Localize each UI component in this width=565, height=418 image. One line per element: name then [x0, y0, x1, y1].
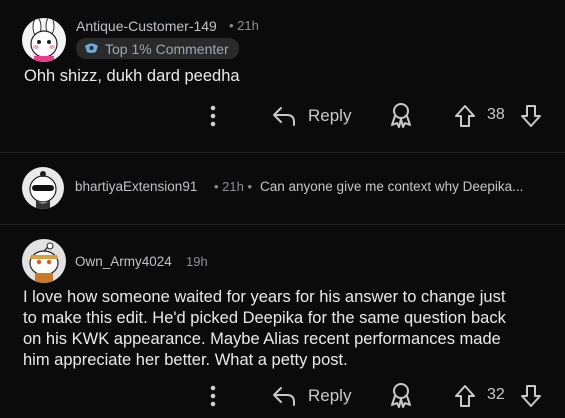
- comment-preview[interactable]: Can anyone give me context why Deepika..…: [260, 179, 523, 194]
- comment-body: Ohh shizz, dukh dard peedha: [24, 67, 240, 85]
- more-options-button[interactable]: [206, 384, 220, 408]
- upvote-arrow-icon: [455, 105, 475, 127]
- downvote-button[interactable]: [520, 384, 542, 408]
- comment-body-line: him appreciate her better. What a petty …: [23, 351, 348, 369]
- status-badge: Top 1% Commenter: [76, 38, 239, 59]
- downvote-arrow-icon: [521, 385, 541, 407]
- comment-body-line: to make this edit. He'd picked Deepika f…: [23, 309, 506, 327]
- award-icon: [391, 103, 411, 128]
- divider: [0, 224, 565, 225]
- avatar[interactable]: [22, 18, 66, 62]
- comment-body-line: on his KWK appearance. Maybe Alias recen…: [23, 330, 501, 348]
- reply-label: Reply: [308, 106, 352, 125]
- comment-time: 19h: [186, 254, 208, 269]
- comment-body: I love how someone waited for years for …: [23, 287, 558, 371]
- avatar[interactable]: [22, 239, 66, 283]
- comment-author[interactable]: Own_Army4024: [75, 254, 172, 269]
- upvote-button[interactable]: [454, 384, 476, 408]
- award-button[interactable]: [389, 382, 413, 408]
- comment-body-line: I love how someone waited for years for …: [23, 288, 506, 306]
- upvote-arrow-icon: [455, 385, 475, 407]
- award-icon: [391, 383, 411, 408]
- award-button[interactable]: [389, 102, 413, 128]
- reply-arrow-icon: [273, 107, 295, 126]
- reply-arrow-icon: [273, 387, 295, 406]
- reply-label: Reply: [308, 386, 352, 405]
- comment-time: • 21h: [229, 18, 259, 33]
- upvote-button[interactable]: [454, 104, 476, 128]
- comment-time: • 21h •: [214, 179, 253, 194]
- divider: [0, 152, 565, 153]
- reply-button[interactable]: Reply: [272, 384, 351, 408]
- more-options-button[interactable]: [206, 104, 220, 128]
- more-vertical-icon: [210, 105, 216, 127]
- badge-label: Top 1% Commenter: [105, 40, 229, 57]
- downvote-button[interactable]: [520, 104, 542, 128]
- commenter-badge-icon: [84, 42, 99, 55]
- downvote-arrow-icon: [521, 105, 541, 127]
- vote-count: 38: [487, 106, 505, 123]
- comment-author[interactable]: bhartiyaExtension91: [75, 179, 197, 194]
- reply-button[interactable]: Reply: [272, 104, 351, 128]
- avatar[interactable]: [22, 167, 64, 209]
- vote-count: 32: [487, 386, 505, 403]
- comment-author[interactable]: Antique-Customer-149: [76, 18, 217, 34]
- more-vertical-icon: [210, 385, 216, 407]
